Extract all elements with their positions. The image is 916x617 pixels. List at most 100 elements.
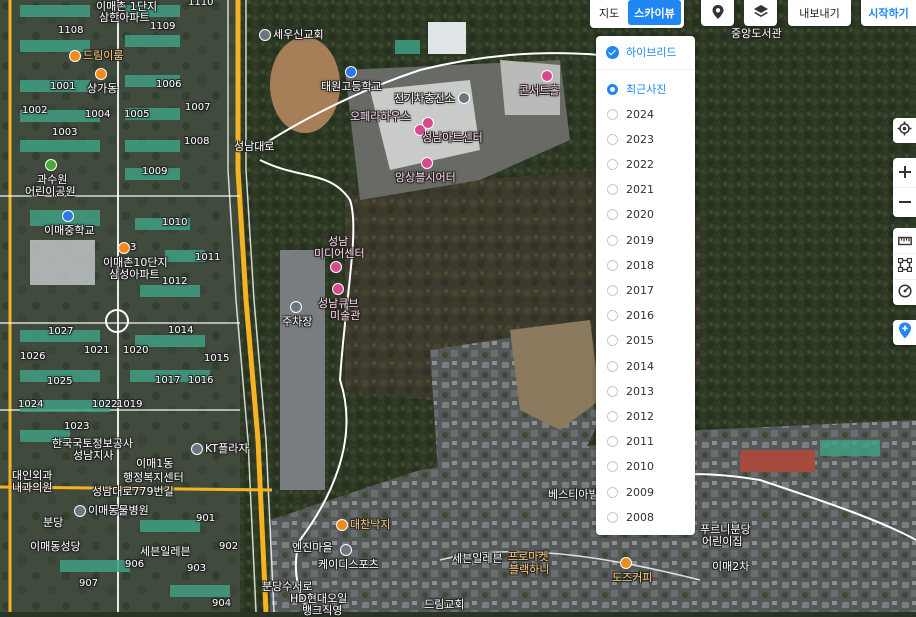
layers-button[interactable] [744,0,777,26]
poi-marker-icon[interactable] [421,157,433,169]
map-label[interactable]: 성남지사 [73,449,113,462]
start-button[interactable]: 시작하기 [861,0,916,26]
map-label[interactable]: 1003 [52,126,77,139]
locate-me-button[interactable] [893,118,916,143]
map-label[interactable]: 1022 [92,398,117,411]
year-option-2008[interactable]: 2008 [596,505,695,529]
poi-marker-icon[interactable] [74,505,86,517]
year-option-2010[interactable]: 2010 [596,455,695,479]
map-label[interactable]: 이매동물병원 [88,504,149,517]
export-button[interactable]: 내보내기 [788,0,851,26]
map-label[interactable]: 904 [212,597,231,610]
add-place-button[interactable] [893,320,916,345]
map-label[interactable]: 1001 [50,80,75,93]
map-label[interactable]: 삼성아파트 [109,268,160,281]
map-label[interactable]: 1007 [185,101,210,114]
poi-marker-icon[interactable] [259,29,271,41]
map-label[interactable]: 태원고등학교 [321,80,382,93]
year-option-2017[interactable]: 2017 [596,278,695,302]
poi-marker-icon[interactable] [95,68,107,80]
map-label[interactable]: 드림이룸 [83,49,123,62]
year-option-2013[interactable]: 2013 [596,379,695,403]
map-label[interactable]: 미디어센터 [314,247,365,260]
radius-measure-button[interactable] [893,280,916,305]
poi-marker-icon[interactable] [69,50,81,62]
year-option-2015[interactable]: 2015 [596,329,695,353]
map-label[interactable]: 1026 [20,350,45,363]
map-label[interactable]: 프로마켓 [508,550,548,563]
map-label[interactable]: 903 [187,562,206,575]
year-option-2012[interactable]: 2012 [596,404,695,428]
year-option-2023[interactable]: 2023 [596,127,695,151]
area-measure-button[interactable] [893,254,916,280]
map-label[interactable]: 이매중학교 [44,224,95,237]
map-label[interactable]: 1019 [117,398,142,411]
zoom-in-button[interactable] [893,158,916,188]
year-option-2019[interactable]: 2019 [596,228,695,252]
map-label[interactable]: 상가동 [87,82,117,95]
map-label[interactable]: 1010 [162,216,187,229]
map-label[interactable]: 주차장 [282,315,312,328]
map-label[interactable]: 906 [125,558,144,571]
map-label[interactable]: 1015 [204,352,229,365]
poi-marker-icon[interactable] [340,544,352,556]
map-label[interactable]: 드림교회 [424,598,464,611]
map-label[interactable]: 오페라하우스 [350,110,411,123]
year-option-2009[interactable]: 2009 [596,480,695,504]
map-label[interactable]: 성남대로779번길 [92,485,174,498]
map-type-map-button[interactable]: 지도 [593,0,626,25]
year-option-2020[interactable]: 2020 [596,203,695,227]
map-label[interactable]: 전기차충전소 [394,92,455,105]
map-label[interactable]: 이매1동 [136,457,173,470]
map-label[interactable]: 1011 [195,251,220,264]
distance-measure-button[interactable] [893,228,916,254]
poi-marker-icon[interactable] [345,66,357,78]
map-label[interactable]: 뱅크직영 [302,604,342,617]
map-label[interactable]: 성남대로 [234,140,274,153]
map-label[interactable]: 엔진마을 [292,541,332,554]
map-label[interactable]: 1025 [47,375,72,388]
map-label[interactable]: 도즈커피 [612,571,652,584]
poi-marker-icon[interactable] [422,117,434,129]
map-label[interactable]: 세븐일레븐 [452,552,503,565]
map-label[interactable]: 907 [79,577,98,590]
map-label[interactable]: 이매2차 [712,560,749,573]
map-label[interactable]: 1009 [142,165,167,178]
place-pin-button[interactable] [701,0,734,26]
year-option-2024[interactable]: 2024 [596,102,695,126]
poi-marker-icon[interactable] [620,557,632,569]
map-label[interactable]: 1021 [84,344,109,357]
map-label[interactable]: 901 [196,512,215,525]
poi-marker-icon[interactable] [541,70,553,82]
map-label[interactable]: 1108 [58,24,83,37]
year-option-2022[interactable]: 2022 [596,152,695,176]
poi-marker-icon[interactable] [191,443,203,455]
year-option-2014[interactable]: 2014 [596,354,695,378]
map-label[interactable]: 어린이공원 [25,185,76,198]
poi-marker-icon[interactable] [62,210,74,222]
map-label[interactable]: 중앙도서관 [731,27,782,40]
map-label[interactable]: 1017 [155,374,180,387]
map-label[interactable]: 1006 [156,78,181,91]
map-label[interactable]: 이매동성당 [30,540,81,553]
map-label[interactable]: 내과의원 [12,481,52,494]
poi-marker-icon[interactable] [330,261,342,273]
map-label[interactable]: 1014 [168,324,193,337]
map-label[interactable]: 3 [130,241,136,254]
map-label[interactable]: 분당수서로 [262,580,313,593]
map-label[interactable]: 1004 [85,108,110,121]
year-option-2016[interactable]: 2016 [596,304,695,328]
poi-marker-icon[interactable] [458,92,470,104]
map-label[interactable]: 1005 [124,108,149,121]
map-label[interactable]: 1024 [18,398,43,411]
map-label[interactable]: 콘서트홀 [519,84,559,97]
map-label[interactable]: 미술관 [330,309,360,322]
map-label[interactable]: 케이디스포츠 [318,558,379,571]
zoom-out-button[interactable] [893,188,916,217]
poi-marker-icon[interactable] [336,519,348,531]
map-label[interactable]: 1002 [22,104,47,117]
poi-marker-icon[interactable] [118,242,130,254]
map-label[interactable]: 1020 [123,344,148,357]
map-label[interactable]: 1012 [162,275,187,288]
map-label[interactable]: 1023 [64,420,89,433]
